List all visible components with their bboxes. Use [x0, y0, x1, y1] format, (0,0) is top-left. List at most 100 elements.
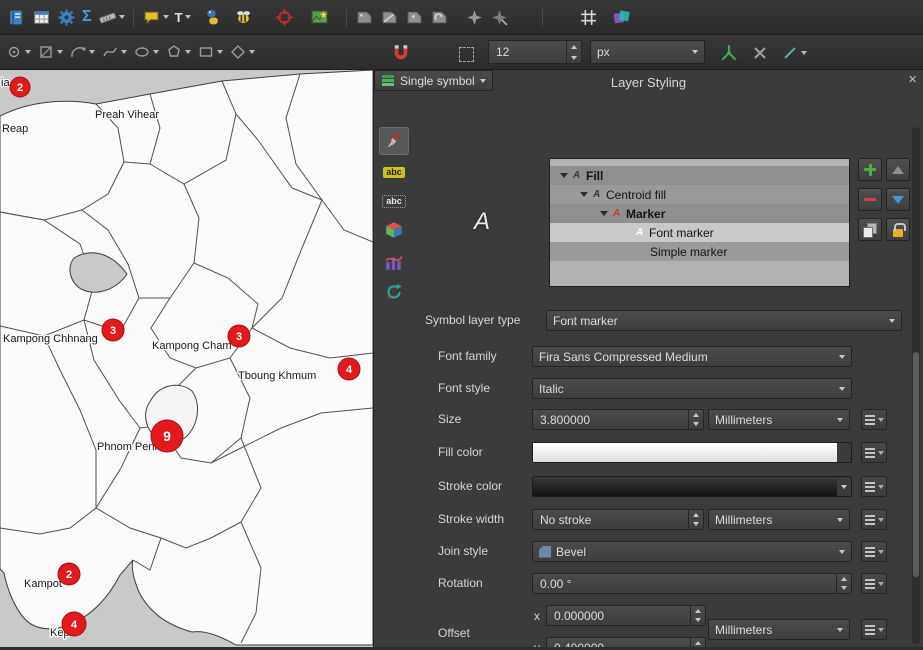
- close-icon[interactable]: ×: [908, 72, 917, 87]
- stroke-color-button[interactable]: [532, 476, 852, 497]
- offset-override-button[interactable]: [861, 619, 887, 640]
- join-style-select[interactable]: Bevel: [532, 541, 852, 562]
- notebook-button[interactable]: [4, 3, 29, 31]
- curve-tool-button[interactable]: [98, 38, 130, 66]
- font-family-select[interactable]: Fira Sans Compressed Medium: [532, 346, 852, 367]
- stroke-color-swatch: [533, 477, 837, 496]
- rotate-label-button[interactable]: [427, 3, 452, 31]
- size-override-button[interactable]: [861, 409, 887, 430]
- move-label-button[interactable]: [402, 3, 427, 31]
- spinner-steppers[interactable]: [690, 606, 705, 625]
- ellipse-tool-button[interactable]: [130, 38, 162, 66]
- stroke-width-unit-select[interactable]: Millimeters: [708, 509, 850, 530]
- tab-masks[interactable]: abc: [379, 187, 409, 215]
- settings-button[interactable]: [54, 3, 79, 31]
- text-annotation-button[interactable]: T: [172, 3, 194, 31]
- tab-history[interactable]: [379, 278, 409, 306]
- scrollbar-thumb[interactable]: [913, 352, 919, 577]
- python-console-button[interactable]: [200, 3, 225, 31]
- pin-labels-button[interactable]: [352, 3, 377, 31]
- stroke-width-override-button[interactable]: [861, 509, 887, 530]
- fill-color-override-button[interactable]: [861, 442, 887, 463]
- rectangle-tool-button[interactable]: [194, 38, 226, 66]
- stroke-width-spinner[interactable]: No stroke: [532, 509, 704, 530]
- spinner-steppers[interactable]: [688, 510, 703, 529]
- statistics-button[interactable]: Σ: [79, 3, 95, 31]
- tree-item-font-marker[interactable]: A Font marker: [550, 223, 849, 242]
- slash-tool-button[interactable]: [778, 39, 810, 67]
- minus-icon: [864, 198, 876, 201]
- highlight-pinned-labels-button[interactable]: [377, 3, 402, 31]
- snapping-button[interactable]: [388, 39, 414, 67]
- georeferencer-button[interactable]: [272, 3, 297, 31]
- remove-symbol-layer-button[interactable]: [858, 188, 882, 211]
- offset-y-spinner[interactable]: 0.400000: [546, 637, 706, 647]
- expand-icon[interactable]: [580, 192, 588, 197]
- font-size-spinner[interactable]: 12: [488, 40, 582, 64]
- fill-color-button[interactable]: [532, 442, 852, 463]
- layout-manager-button[interactable]: [609, 3, 634, 31]
- tree-item-marker[interactable]: A Marker: [550, 204, 849, 223]
- clear-button[interactable]: [748, 39, 772, 67]
- attribute-table-button[interactable]: [29, 3, 54, 31]
- diagram-options-button[interactable]: [487, 3, 512, 31]
- cluster-marker: 9: [151, 420, 183, 452]
- offset-unit-select[interactable]: Millimeters: [708, 619, 850, 640]
- stroke-color-override-button[interactable]: [861, 476, 887, 497]
- rectangle-icon: [197, 43, 215, 61]
- data-defined-icon: [865, 625, 875, 635]
- show-unplaced-labels-button[interactable]: [462, 3, 487, 31]
- grid-button[interactable]: [576, 3, 601, 31]
- tab-3d-view[interactable]: [379, 216, 409, 244]
- size-spinner[interactable]: 3.800000: [532, 409, 704, 430]
- vertex-tool-button[interactable]: [2, 38, 34, 66]
- plugins-button[interactable]: [231, 3, 256, 31]
- svg-text:4: 4: [71, 619, 78, 631]
- topology-button[interactable]: [716, 39, 742, 67]
- chevron-down-icon: [878, 582, 884, 586]
- size-unit-value: Millimeters: [715, 413, 832, 427]
- add-symbol-layer-button[interactable]: [858, 158, 882, 181]
- move-up-button[interactable]: [886, 158, 910, 181]
- rotation-override-button[interactable]: [861, 573, 887, 594]
- text-icon: T: [175, 11, 183, 24]
- font-size-unit-select[interactable]: px: [590, 40, 705, 64]
- symbol-layer-tree: A Fill A Centroid fill A Marker A Font m…: [549, 158, 850, 287]
- ellipse-icon: [133, 43, 151, 61]
- map-svg: ia Reap Preah Vihear Kampong Chhnang Kam…: [0, 70, 373, 647]
- map-canvas[interactable]: ia Reap Preah Vihear Kampong Chhnang Kam…: [0, 70, 373, 647]
- spinner-steppers[interactable]: [566, 41, 581, 63]
- spinner-steppers[interactable]: [836, 574, 851, 593]
- arc-tool-button[interactable]: [66, 38, 98, 66]
- spinner-steppers[interactable]: [688, 410, 703, 429]
- tree-item-centroid-fill[interactable]: A Centroid fill: [550, 185, 849, 204]
- x-icon: [751, 44, 769, 62]
- lock-color-button[interactable]: [886, 218, 910, 241]
- duplicate-symbol-layer-button[interactable]: [858, 218, 882, 241]
- chevron-down-icon: [878, 628, 884, 632]
- tree-item-fill[interactable]: A Fill: [550, 166, 849, 185]
- tab-symbology[interactable]: [379, 127, 409, 155]
- measure-button[interactable]: [95, 3, 128, 31]
- tab-labels[interactable]: abc: [379, 158, 409, 186]
- tree-item-simple-marker[interactable]: Simple marker: [550, 242, 849, 261]
- join-style-override-button[interactable]: [861, 541, 887, 562]
- polygon-tool-button[interactable]: [162, 38, 194, 66]
- expand-icon[interactable]: [600, 211, 608, 216]
- font-style-select[interactable]: Italic: [532, 378, 852, 399]
- diamond-tool-button[interactable]: [226, 38, 258, 66]
- rotation-spinner[interactable]: 0.00 °: [532, 573, 852, 594]
- annotation-button[interactable]: [139, 3, 172, 31]
- size-unit-select[interactable]: Millimeters: [708, 409, 850, 430]
- symbol-layer-type-select[interactable]: Font marker: [546, 310, 902, 331]
- spinner-steppers[interactable]: [690, 638, 705, 647]
- tab-histogram[interactable]: [379, 248, 409, 276]
- panel-scrollbar[interactable]: [912, 127, 920, 644]
- offset-x-spinner[interactable]: 0.000000: [546, 605, 706, 626]
- move-down-button[interactable]: [886, 188, 910, 211]
- raster-button[interactable]: [307, 3, 332, 31]
- renderer-select[interactable]: Single symbol: [374, 70, 493, 91]
- expand-icon[interactable]: [560, 173, 568, 178]
- selection-box-button[interactable]: [456, 40, 477, 68]
- move-feature-button[interactable]: [34, 38, 66, 66]
